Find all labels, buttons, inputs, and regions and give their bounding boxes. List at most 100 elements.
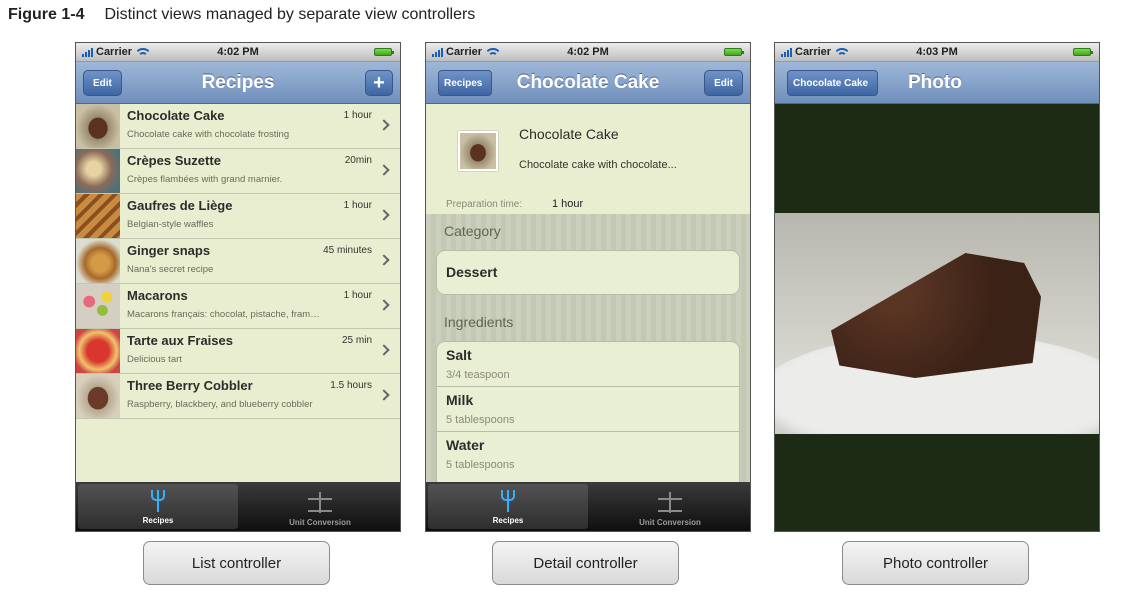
nav-bar: Edit Recipes + (76, 62, 400, 104)
detail-grouped-table: Category Dessert Ingredients Salt 3/4 te… (426, 214, 750, 482)
recipe-time: 1 hour (343, 290, 372, 301)
chevron-right-icon (378, 389, 390, 401)
chevron-right-icon (378, 254, 390, 266)
ingredients-group: Salt 3/4 teaspoon Milk 5 tablespoons Wat… (436, 341, 740, 482)
ingredient-name: Salt (446, 347, 472, 363)
tab-unit-conversion[interactable]: Unit Conversion (590, 482, 750, 531)
photo-controller-label: Photo controller (842, 541, 1029, 585)
recipe-header: Chocolate Cake Chocolate cake with choco… (426, 104, 750, 214)
status-bar: Carrier 4:02 PM (76, 43, 400, 62)
recipe-description: Crèpes flambées with grand marnier. (127, 174, 283, 185)
tab-recipes[interactable]: Recipes (78, 484, 238, 529)
recipe-thumbnail (76, 194, 120, 238)
ingredient-cell[interactable]: Salt 3/4 teaspoon (437, 342, 739, 387)
ingredient-amount: 3/4 teaspoon (446, 369, 510, 381)
recipe-row-tarte-aux-fraises[interactable]: Tarte aux Fraises Delicious tart 25 min (76, 329, 400, 374)
chevron-right-icon (378, 299, 390, 311)
recipe-description: Chocolate cake with chocolate frosting (127, 129, 290, 140)
ingredient-amount: 5 tablespoons (446, 414, 515, 426)
recipe-thumbnail (76, 104, 120, 148)
cake-slice (831, 253, 1041, 378)
recipe-name: Crèpes Suzette (127, 153, 221, 168)
category-section-title: Category (444, 223, 501, 239)
prep-time-value: 1 hour (552, 198, 584, 210)
recipe-thumbnail (76, 239, 120, 283)
recipe-time: 45 minutes (323, 245, 372, 256)
recipe-row-ginger-snaps[interactable]: Ginger snaps Nana's secret recipe 45 min… (76, 239, 400, 284)
figure-label: Figure 1-4 (8, 6, 85, 23)
tab-recipes[interactable]: Recipes (428, 484, 588, 529)
recipe-thumbnail (76, 284, 120, 328)
ingredient-cell[interactable]: Milk 5 tablespoons (437, 387, 739, 432)
recipe-thumbnail (76, 149, 120, 193)
scale-icon (657, 491, 683, 515)
ingredient-amount: 5 tablespoons (446, 459, 515, 471)
ingredient-cell[interactable]: Water 5 tablespoons (437, 432, 739, 477)
nav-title: Recipes (201, 72, 275, 93)
battery-icon (1073, 48, 1093, 56)
ingredients-section-title: Ingredients (444, 314, 514, 330)
recipe-name: Tarte aux Fraises (127, 333, 233, 348)
recipe-thumbnail (76, 329, 120, 373)
battery-icon (374, 48, 394, 56)
detail-controller-label: Detail controller (492, 541, 679, 585)
recipe-description: Nana's secret recipe (127, 264, 214, 275)
chevron-right-icon (378, 164, 390, 176)
list-screen: Carrier 4:02 PM Edit Recipes + Chocolate… (75, 42, 401, 532)
recipe-description: Macarons français: chocolat, pistache, f… (127, 309, 320, 320)
ingredient-name: Milk (446, 392, 474, 408)
chevron-right-icon (378, 119, 390, 131)
photo-screen: Carrier 4:03 PM Chocolate Cake Photo (774, 42, 1100, 532)
recipe-description: Delicious tart (127, 354, 182, 365)
recipe-name: Three Berry Cobbler (127, 378, 253, 393)
category-cell[interactable]: Dessert (437, 251, 739, 296)
prep-time-label: Preparation time: (446, 199, 523, 210)
status-bar: Carrier 4:03 PM (775, 43, 1099, 62)
status-bar: Carrier 4:02 PM (426, 43, 750, 62)
recipe-name: Chocolate Cake (127, 108, 225, 123)
list-controller-label: List controller (143, 541, 330, 585)
battery-icon (724, 48, 744, 56)
recipe-row-crepes-suzette[interactable]: Crèpes Suzette Crèpes flambées with gran… (76, 149, 400, 194)
recipe-time: 1 hour (343, 200, 372, 211)
recipe-row-three-berry-cobbler[interactable]: Three Berry Cobbler Raspberry, blackbery… (76, 374, 400, 419)
recipe-thumbnail (76, 374, 120, 418)
recipe-name: Ginger snaps (127, 243, 211, 258)
recipe-row-chocolate-cake[interactable]: Chocolate Cake Chocolate cake with choco… (76, 104, 400, 149)
recipe-description: Raspberry, blackbery, and blueberry cobb… (127, 399, 313, 410)
fork-icon (149, 489, 167, 513)
ingredient-name: Water (446, 437, 485, 453)
tab-label: Unit Conversion (639, 518, 701, 527)
back-button[interactable]: Chocolate Cake (787, 70, 879, 96)
tab-label: Recipes (142, 516, 174, 525)
figure-title: Distinct views managed by separate view … (104, 6, 476, 23)
recipe-description: Chocolate cake with chocolate... (519, 159, 677, 171)
recipe-row-macarons[interactable]: Macarons Macarons français: chocolat, pi… (76, 284, 400, 329)
cake-photo (775, 213, 1099, 434)
recipe-description: Belgian-style waffles (127, 219, 214, 230)
recipe-row-gaufres-de-liege[interactable]: Gaufres de Liège Belgian-style waffles 1… (76, 194, 400, 239)
edit-button[interactable]: Edit (704, 70, 743, 96)
tab-unit-conversion[interactable]: Unit Conversion (240, 482, 400, 531)
category-value: Dessert (446, 264, 498, 280)
tab-bar: Recipes Unit Conversion (76, 482, 400, 531)
detail-screen: Carrier 4:02 PM Recipes Chocolate Cake E… (425, 42, 751, 532)
figure-caption: Figure 1-4 Distinct views managed by sep… (8, 6, 475, 28)
tab-label: Unit Conversion (289, 518, 351, 527)
photo-view (775, 104, 1099, 531)
recipe-list: Chocolate Cake Chocolate cake with choco… (76, 104, 400, 419)
scale-icon (307, 491, 333, 515)
recipe-name: Macarons (127, 288, 188, 303)
nav-bar: Recipes Chocolate Cake Edit (426, 62, 750, 104)
fork-icon (499, 489, 517, 513)
status-time: 4:03 PM (916, 46, 958, 58)
recipe-time: 25 min (341, 335, 372, 346)
recipe-name: Gaufres de Liège (127, 198, 233, 213)
recipe-photo-thumbnail[interactable] (458, 131, 498, 171)
nav-title: Chocolate Cake (516, 72, 660, 93)
recipe-time: 20min (344, 155, 372, 166)
tab-label: Recipes (492, 516, 524, 525)
category-group: Dessert (436, 250, 740, 295)
add-button[interactable]: + (365, 70, 393, 96)
recipe-time: 1 hour (343, 110, 372, 121)
